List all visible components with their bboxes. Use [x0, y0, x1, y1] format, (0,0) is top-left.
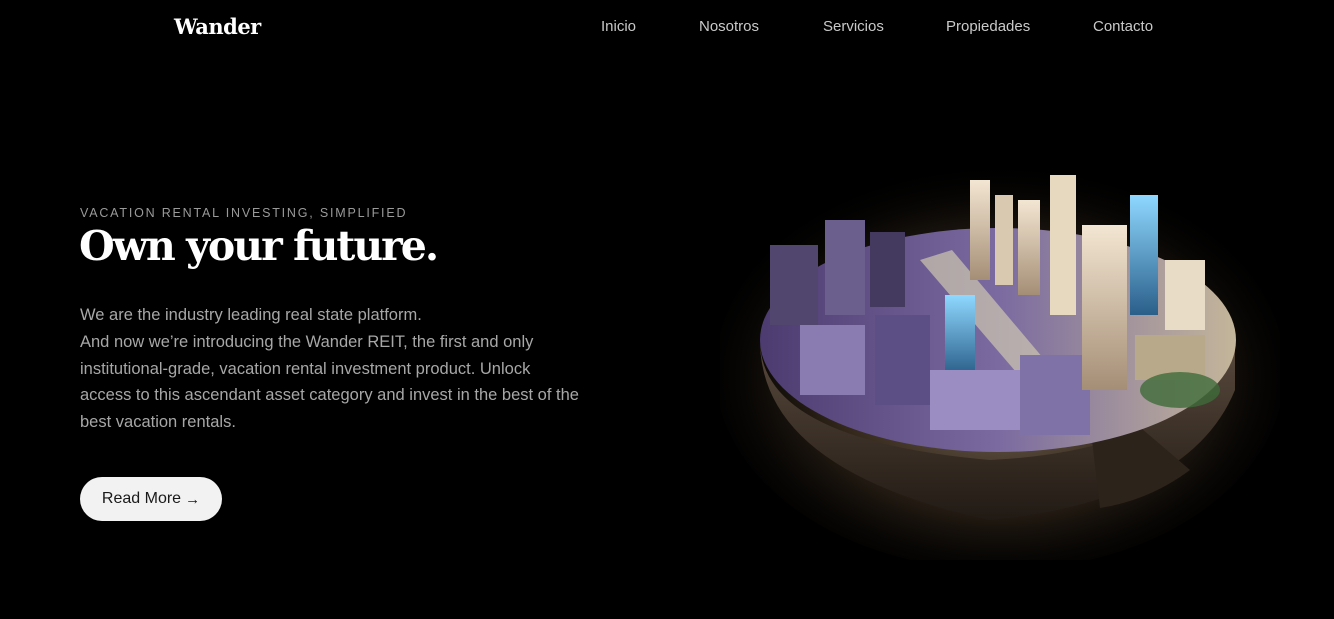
hero-description-line: best vacation rentals.	[80, 413, 236, 432]
nav-link-servicios[interactable]: Servicios	[823, 18, 884, 35]
read-more-button[interactable]: Read More →	[80, 477, 222, 521]
landing-page: Wander Inicio Nosotros Servicios Propied…	[0, 0, 1334, 619]
hero-description: We are the industry leading real state p…	[80, 302, 640, 436]
nav-link-nosotros[interactable]: Nosotros	[699, 18, 759, 35]
nav-link-contacto[interactable]: Contacto	[1093, 18, 1153, 35]
nav-link-propiedades[interactable]: Propiedades	[946, 18, 1030, 35]
read-more-label: Read More	[101, 490, 182, 507]
hero-eyebrow: VACATION RENTAL INVESTING, SIMPLIFIED	[80, 206, 408, 220]
hero-description-line: And now we’re introducing the Wander REI…	[80, 332, 534, 351]
hero-title: Own your future.	[79, 222, 439, 270]
hero-description-line: access to this ascendant asset category …	[80, 386, 579, 405]
brand-logo[interactable]: Wander	[174, 14, 261, 39]
hero-description-line: We are the industry leading real state p…	[80, 306, 422, 324]
hero-description-line: institutional-grade, vacation rental inv…	[80, 359, 531, 378]
arrow-right-icon: →	[185, 490, 201, 508]
floating-city-island-image	[720, 170, 1280, 560]
nav-link-inicio[interactable]: Inicio	[601, 18, 636, 35]
